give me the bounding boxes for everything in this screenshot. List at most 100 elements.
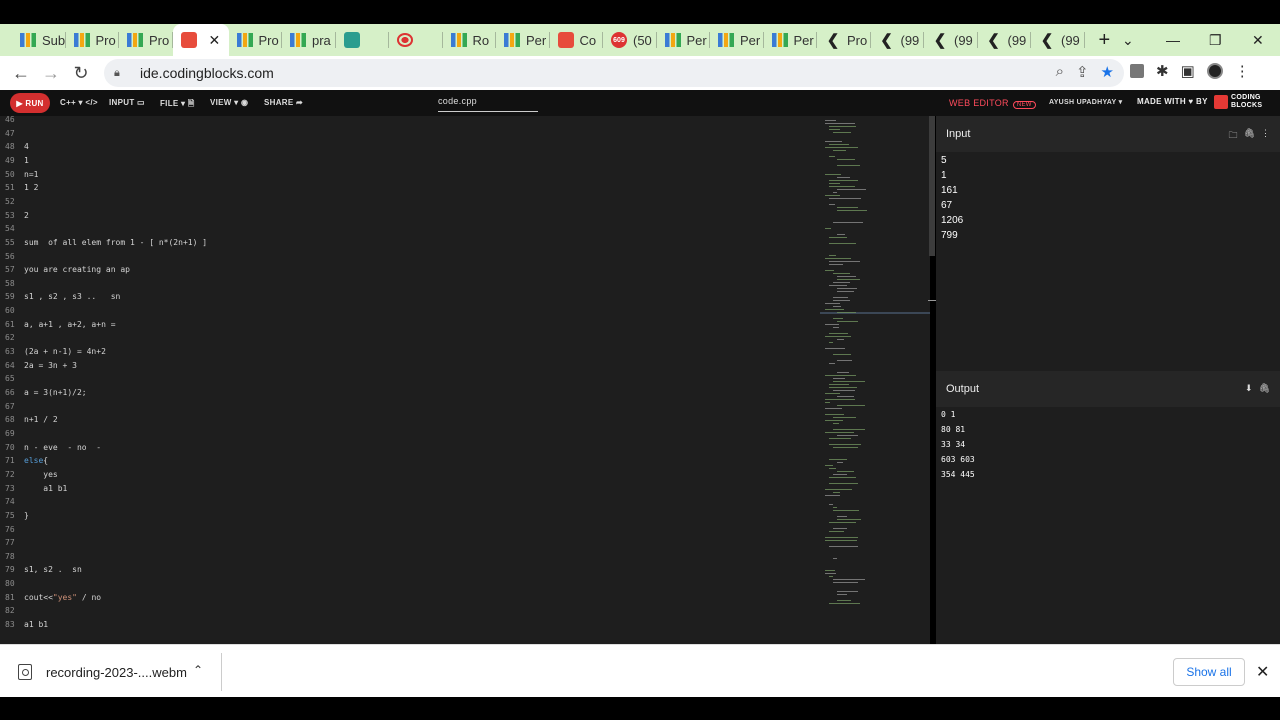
code-line[interactable]: 62 xyxy=(0,331,820,345)
browser-tab[interactable]: Pro xyxy=(66,24,120,56)
close-window-button[interactable]: ✕ xyxy=(1252,24,1264,56)
filename-input[interactable]: code.cpp xyxy=(438,96,538,112)
show-all-button[interactable]: Show all xyxy=(1173,658,1245,686)
code-line[interactable]: 47 xyxy=(0,127,820,141)
side-panel-icon[interactable]: ▣ xyxy=(1181,62,1195,80)
folder-icon[interactable]: 🗀 xyxy=(1229,128,1238,144)
code-line[interactable]: 66 a = 3(n+1)/2; xyxy=(0,386,820,400)
bookmark-star-icon[interactable]: ★ xyxy=(1101,63,1114,81)
more-icon[interactable]: ⋮ xyxy=(1261,128,1270,144)
share-button[interactable]: SHARE ➦ xyxy=(264,98,303,107)
input-toggle-button[interactable]: INPUT ▭ xyxy=(109,98,145,107)
code-line[interactable]: 53 2 xyxy=(0,209,820,223)
browser-tab[interactable]: Pro xyxy=(119,24,173,56)
code-line[interactable]: 75} xyxy=(0,509,820,523)
coding-blocks-logo[interactable]: CODING BLOCKS xyxy=(1214,94,1262,110)
code-line[interactable]: 77 xyxy=(0,536,820,550)
code-line[interactable]: 57 you are creating an ap xyxy=(0,263,820,277)
code-line[interactable]: 68 n+1 / 2 xyxy=(0,413,820,427)
profile-avatar-icon[interactable] xyxy=(1206,63,1223,79)
browser-tab[interactable]: ❮ Pro xyxy=(817,24,871,56)
tab-search-dropdown-icon[interactable]: ⌄ xyxy=(1122,24,1134,56)
lock-icon[interactable]: 🔒︎ xyxy=(114,67,126,79)
browser-tab[interactable] xyxy=(389,24,443,56)
code-line[interactable]: 46 xyxy=(0,116,820,127)
browser-tab[interactable]: ❮ (99 xyxy=(871,24,925,56)
code-line[interactable]: 48 4 xyxy=(0,140,820,154)
code-line[interactable]: 52 xyxy=(0,195,820,209)
code-line[interactable]: 58 xyxy=(0,277,820,291)
code-line[interactable]: 49 1 xyxy=(0,154,820,168)
share-page-icon[interactable]: ⇪ xyxy=(1076,63,1089,81)
run-button[interactable]: ▶ RUN xyxy=(10,93,50,113)
file-menu-button[interactable]: FILE ▾ 🗎 xyxy=(160,98,195,112)
browser-tab[interactable]: pra xyxy=(282,24,336,56)
code-line[interactable]: 70 n - eve - no - xyxy=(0,441,820,455)
browser-tab[interactable]: Co xyxy=(550,24,604,56)
restore-window-button[interactable]: ❐ xyxy=(1209,24,1222,56)
browser-tab[interactable]: Per xyxy=(764,24,818,56)
code-line[interactable]: 65 xyxy=(0,372,820,386)
code-line[interactable]: 72 yes xyxy=(0,468,820,482)
forward-arrow-icon[interactable]: → xyxy=(36,58,66,88)
browser-tab[interactable]: ❮ (99 xyxy=(924,24,978,56)
download-filename[interactable]: recording-2023-....webm xyxy=(46,665,187,680)
browser-tab[interactable]: 609 (50 xyxy=(603,24,657,56)
browser-tab[interactable]: Sub xyxy=(12,24,66,56)
code-line[interactable]: 76 xyxy=(0,523,820,537)
browser-tab[interactable] xyxy=(336,24,390,56)
code-line[interactable]: 54 xyxy=(0,222,820,236)
code-line[interactable]: 79 s1, s2 . sn xyxy=(0,563,820,577)
code-line[interactable]: 71 else{ xyxy=(0,454,820,468)
code-line[interactable]: 67 xyxy=(0,400,820,414)
download-item[interactable]: recording-2023-....webm xyxy=(18,658,187,686)
code-line[interactable]: 61 a, a+1 , a+2, a+n = xyxy=(0,318,820,332)
code-line[interactable]: 55 sum of all elem from 1 - [ n*(2n+1) ] xyxy=(0,236,820,250)
code-line[interactable]: 69 xyxy=(0,427,820,441)
editor-scrollbar[interactable] xyxy=(929,116,935,256)
view-menu-button[interactable]: VIEW ▾ ◉ xyxy=(210,98,248,107)
code-line[interactable]: 60 xyxy=(0,304,820,318)
zoom-icon[interactable]: ⌕ xyxy=(1056,63,1064,81)
puzzle-extensions-icon[interactable]: ✱ xyxy=(1156,62,1169,80)
url-text[interactable]: ide.codingblocks.com xyxy=(140,65,274,81)
code-line[interactable]: 78 xyxy=(0,550,820,564)
attach-icon[interactable]: 🖇︎ xyxy=(1244,128,1255,144)
code-minimap[interactable] xyxy=(820,116,930,636)
browser-tab[interactable]: Per xyxy=(496,24,550,56)
code-line[interactable]: 63 (2a + n-1) = 4n+2 xyxy=(0,345,820,359)
close-tab-icon[interactable]: ✕ xyxy=(209,32,221,49)
reload-icon[interactable]: ↻ xyxy=(66,58,96,88)
code-line[interactable]: 73 a1 b1 xyxy=(0,482,820,496)
code-line[interactable]: 74 xyxy=(0,495,820,509)
code-line[interactable]: 51 1 2 xyxy=(0,181,820,195)
chevron-up-icon[interactable]: ⌃ xyxy=(193,663,203,677)
minimize-window-button[interactable]: — xyxy=(1166,24,1180,56)
code-line[interactable]: 81 cout<<"yes" / no xyxy=(0,591,820,605)
code-line[interactable]: 83 a1 b1 xyxy=(0,618,820,632)
browser-tab[interactable]: Ro xyxy=(443,24,497,56)
code-line[interactable]: 56 xyxy=(0,250,820,264)
attach-icon[interactable]: 🖇︎ xyxy=(1259,383,1270,394)
code-line[interactable]: 82 xyxy=(0,604,820,618)
url-omnibox[interactable]: 🔒︎ ide.codingblocks.com ⌕ ⇪ ★ xyxy=(104,59,1124,87)
browser-menu-icon[interactable]: ⋮ xyxy=(1235,62,1250,80)
browser-tab[interactable]: Per xyxy=(710,24,764,56)
extension-icon[interactable] xyxy=(1130,64,1144,78)
new-tab-button[interactable]: + xyxy=(1099,29,1111,52)
browser-tab[interactable]: Pro xyxy=(229,24,283,56)
code-editor[interactable]: 46 47 48 4 49 1 50 n=1 51 1 2 52 53 2 54 55 sum of all … xyxy=(0,116,930,644)
back-arrow-icon[interactable]: ← xyxy=(6,58,36,88)
browser-tab[interactable]: ❮ (99 xyxy=(978,24,1032,56)
code-line[interactable]: 64 2a = 3n + 3 xyxy=(0,359,820,373)
browser-tab[interactable]: ✕ xyxy=(172,24,229,56)
code-line[interactable]: 50 n=1 xyxy=(0,168,820,182)
browser-tab[interactable]: ❮ (99 xyxy=(1031,24,1085,56)
user-menu[interactable]: AYUSH UPADHYAY ▾ xyxy=(1049,98,1122,106)
browser-tab[interactable]: Per xyxy=(657,24,711,56)
language-selector[interactable]: C++ ▾ </> xyxy=(60,98,98,107)
code-line[interactable]: 59 s1 , s2 , s3 .. sn xyxy=(0,290,820,304)
download-icon[interactable]: ⬇ xyxy=(1245,383,1253,394)
code-line[interactable]: 80 xyxy=(0,577,820,591)
close-downloads-icon[interactable]: ✕ xyxy=(1256,662,1269,682)
